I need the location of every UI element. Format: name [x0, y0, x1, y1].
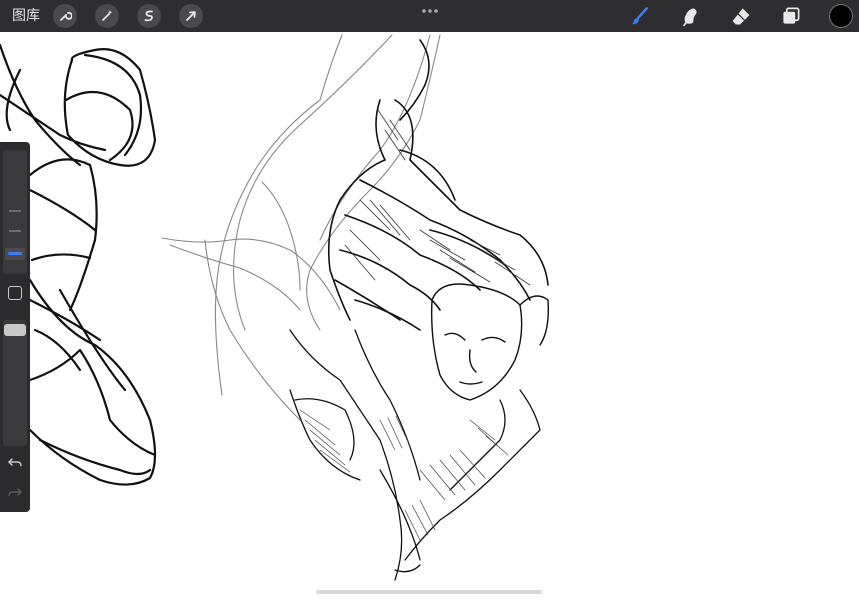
layers-icon[interactable]: [778, 3, 804, 29]
left-sidebar: [0, 142, 30, 512]
more-options-icon[interactable]: [421, 2, 439, 14]
magic-wand-icon[interactable]: [95, 4, 119, 28]
hair-sketch: [327, 39, 549, 331]
selection-icon[interactable]: [137, 4, 161, 28]
slider-tick: [9, 230, 21, 232]
redo-icon[interactable]: [7, 484, 23, 500]
tail-lines: [161, 34, 441, 421]
opacity-handle[interactable]: [4, 324, 26, 336]
home-indicator[interactable]: [316, 590, 542, 594]
body-sketch: [289, 329, 541, 581]
sketch-artwork: [0, 34, 550, 581]
hair-hatching: [344, 109, 531, 286]
slider-tick: [9, 210, 21, 212]
gallery-button[interactable]: 图库: [12, 6, 40, 26]
opacity-slider[interactable]: [3, 320, 27, 446]
brush-icon[interactable]: [627, 3, 653, 29]
brush-size-slider[interactable]: [3, 150, 27, 274]
color-swatch[interactable]: [829, 4, 853, 28]
undo-icon[interactable]: [7, 454, 23, 470]
top-toolbar: 图库: [0, 0, 859, 32]
transform-arrow-icon[interactable]: [179, 4, 203, 28]
drawing-canvas[interactable]: [0, 32, 859, 600]
modify-button[interactable]: [8, 286, 22, 300]
brush-size-indicator: [8, 252, 22, 255]
smudge-icon[interactable]: [677, 3, 703, 29]
eraser-icon[interactable]: [728, 3, 754, 29]
face-sketch: [431, 283, 550, 401]
brush-size-handle[interactable]: [5, 248, 25, 260]
wrench-icon[interactable]: [53, 4, 77, 28]
